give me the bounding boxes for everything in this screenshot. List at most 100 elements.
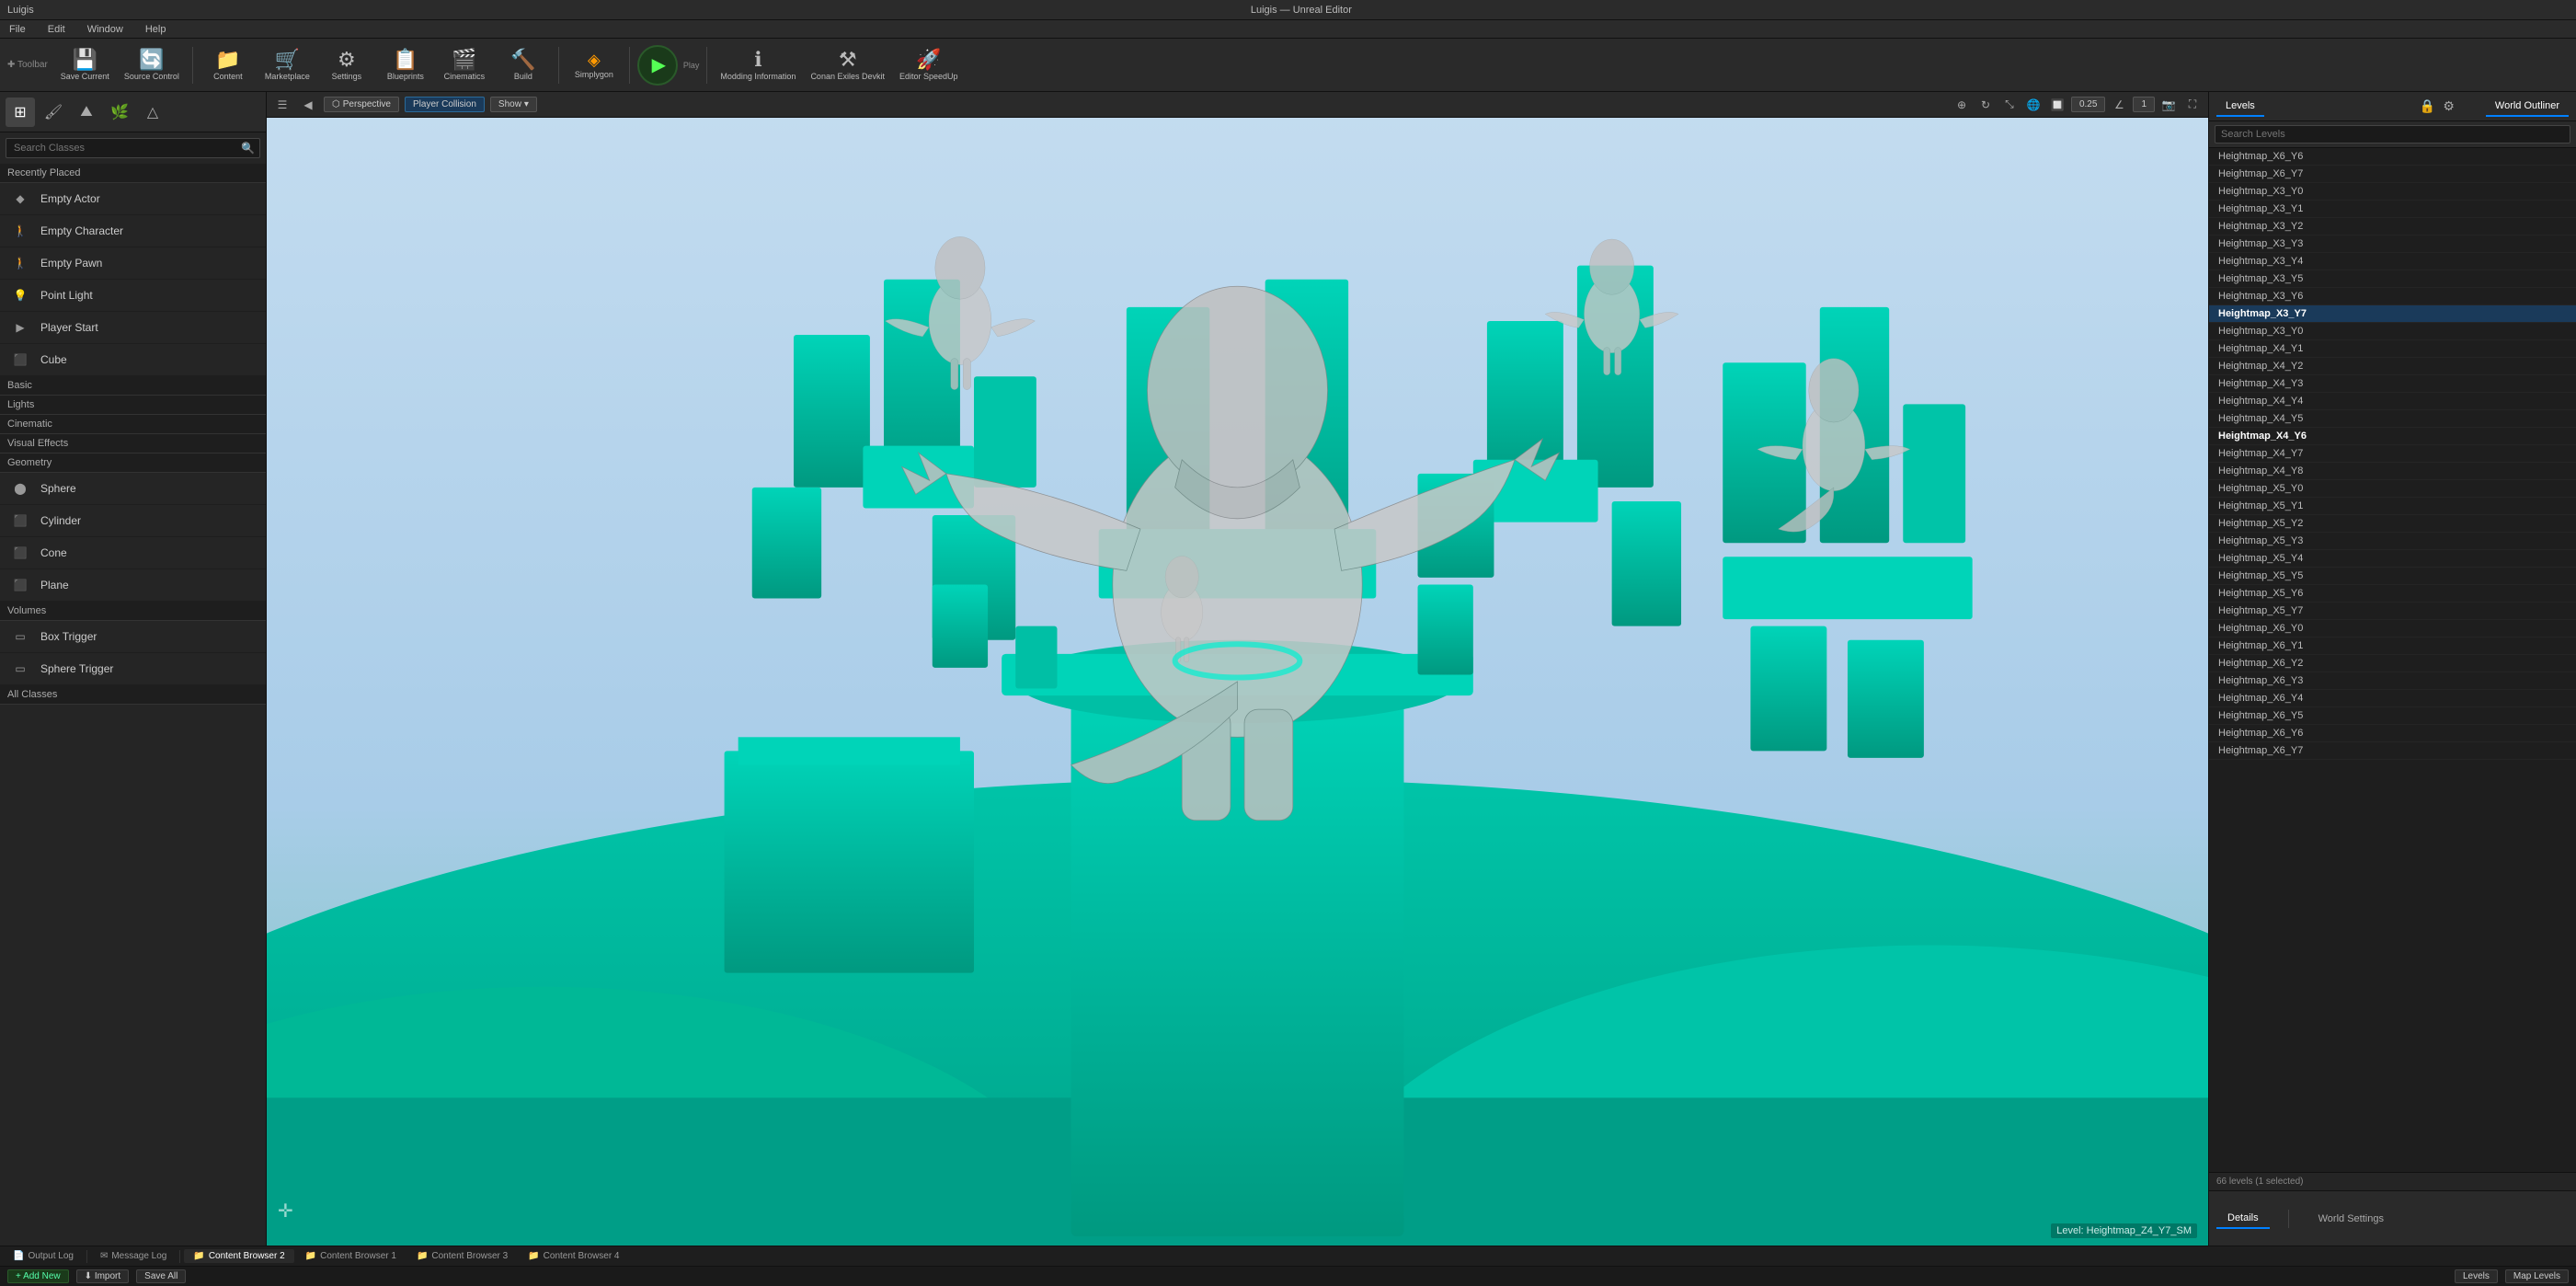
- viewport-prev-icon[interactable]: ◀: [298, 95, 318, 115]
- item-cylinder[interactable]: Cylinder: [0, 505, 266, 537]
- content-button[interactable]: 📁 Content: [200, 42, 256, 88]
- foliage-mode-button[interactable]: 🌿: [105, 98, 134, 127]
- level-item-hm-x5-y5[interactable]: Heightmap_X5_Y5: [2209, 568, 2576, 585]
- category-volumes[interactable]: Volumes: [0, 602, 266, 621]
- levels-lock-icon[interactable]: 🔒: [2418, 97, 2437, 116]
- item-box-trigger[interactable]: Box Trigger: [0, 621, 266, 653]
- viewport[interactable]: ✛ Level: Heightmap_Z4_Y7_SM: [267, 118, 2208, 1246]
- play-button[interactable]: ▶: [637, 45, 678, 86]
- item-empty-pawn[interactable]: Empty Pawn: [0, 247, 266, 280]
- source-control-button[interactable]: 🔄 Source Control: [119, 42, 185, 88]
- level-item-hm-x4-y6[interactable]: Heightmap_X4_Y6: [2209, 428, 2576, 445]
- level-item-hm-x3-y2[interactable]: Heightmap_X3_Y2: [2209, 218, 2576, 235]
- levels-tab[interactable]: Levels: [2216, 97, 2264, 117]
- level-item-hm-x3-y1[interactable]: Heightmap_X3_Y1: [2209, 201, 2576, 218]
- simplygon-button[interactable]: ◈ Simplygon: [567, 42, 622, 88]
- item-cube[interactable]: Cube: [0, 344, 266, 376]
- level-item-hm-x3-y5[interactable]: Heightmap_X3_Y5: [2209, 270, 2576, 288]
- viewport-menu-icon[interactable]: ☰: [272, 95, 292, 115]
- item-point-light[interactable]: Point Light: [0, 280, 266, 312]
- fov-button[interactable]: 1: [2133, 97, 2155, 112]
- cinematics-button[interactable]: 🎬 Cinematics: [437, 42, 492, 88]
- level-item-hm-x3-y4[interactable]: Heightmap_X3_Y4: [2209, 253, 2576, 270]
- menu-help[interactable]: Help: [142, 22, 170, 37]
- levels-search-input[interactable]: [2215, 125, 2570, 144]
- level-item-hm-x6-y6[interactable]: Heightmap_X6_Y6: [2209, 148, 2576, 166]
- maximize-icon[interactable]: ⛶: [2182, 95, 2203, 115]
- level-item-hm-x4-y3[interactable]: Heightmap_X4_Y3: [2209, 375, 2576, 393]
- level-item-hm-x6-y1[interactable]: Heightmap_X6_Y1: [2209, 637, 2576, 655]
- item-player-start[interactable]: Player Start: [0, 312, 266, 344]
- item-empty-character[interactable]: Empty Character: [0, 215, 266, 247]
- world-settings-tab[interactable]: World Settings: [2307, 1210, 2395, 1228]
- category-all-classes[interactable]: All Classes: [0, 685, 266, 705]
- category-cinematic[interactable]: Cinematic: [0, 415, 266, 434]
- level-item-hm-x3-y0[interactable]: Heightmap_X3_Y0: [2209, 183, 2576, 201]
- item-sphere[interactable]: Sphere: [0, 473, 266, 505]
- level-item-hm-x3-y3[interactable]: Heightmap_X3_Y3: [2209, 235, 2576, 253]
- levels-status-button[interactable]: Levels: [2455, 1269, 2498, 1283]
- level-item-hm-x6-y4[interactable]: Heightmap_X6_Y4: [2209, 690, 2576, 707]
- import-button[interactable]: ⬇ Import: [76, 1269, 130, 1283]
- level-item-hm-x6-y3[interactable]: Heightmap_X6_Y3: [2209, 672, 2576, 690]
- rotate-icon[interactable]: ↻: [1975, 95, 1996, 115]
- save-current-button[interactable]: 💾 Save Current: [55, 42, 115, 88]
- output-log-tab[interactable]: 📄 Output Log: [4, 1249, 83, 1263]
- content-browser-1-tab[interactable]: 📁 Content Browser 1: [296, 1249, 406, 1263]
- modding-info-button[interactable]: ℹ Modding Information: [715, 42, 801, 88]
- message-log-tab[interactable]: ✉ Message Log: [91, 1249, 176, 1263]
- level-item-hm-x6-y5[interactable]: Heightmap_X6_Y5: [2209, 707, 2576, 725]
- level-item-hm-x5-y4[interactable]: Heightmap_X5_Y4: [2209, 550, 2576, 568]
- level-item-hm-x3-y7[interactable]: Heightmap_X3_Y7: [2209, 305, 2576, 323]
- category-basic[interactable]: Basic: [0, 376, 266, 396]
- item-plane[interactable]: Plane: [0, 569, 266, 602]
- category-visual-effects[interactable]: Visual Effects: [0, 434, 266, 454]
- settings-button[interactable]: ⚙ Settings: [319, 42, 374, 88]
- level-item-hm-x4-y8[interactable]: Heightmap_X4_Y8: [2209, 463, 2576, 480]
- category-recently-placed[interactable]: Recently Placed: [0, 164, 266, 183]
- map-levels-button[interactable]: Map Levels: [2505, 1269, 2569, 1283]
- level-item-hm-x4-y1[interactable]: Heightmap_X4_Y1: [2209, 340, 2576, 358]
- level-item-hm-x6-y2[interactable]: Heightmap_X6_Y2: [2209, 655, 2576, 672]
- content-browser-4-tab[interactable]: 📁 Content Browser 4: [519, 1249, 628, 1263]
- level-item-hm-x4-y7[interactable]: Heightmap_X4_Y7: [2209, 445, 2576, 463]
- content-browser-3-tab[interactable]: 📁 Content Browser 3: [407, 1249, 517, 1263]
- snap-icon[interactable]: 🔲: [2047, 95, 2067, 115]
- menu-edit[interactable]: Edit: [44, 22, 69, 37]
- level-item-hm-x3-y6[interactable]: Heightmap_X3_Y6: [2209, 288, 2576, 305]
- placement-mode-button[interactable]: ⊞: [6, 98, 35, 127]
- level-item-hm-x6-y7[interactable]: Heightmap_X6_Y7: [2209, 166, 2576, 183]
- item-empty-actor[interactable]: Empty Actor: [0, 183, 266, 215]
- scale-icon[interactable]: ⤡: [1999, 95, 2020, 115]
- level-item-hm-x5-y1[interactable]: Heightmap_X5_Y1: [2209, 498, 2576, 515]
- category-lights[interactable]: Lights: [0, 396, 266, 415]
- geometry-mode-button[interactable]: △: [138, 98, 167, 127]
- level-item-hm-x4-y5[interactable]: Heightmap_X4_Y5: [2209, 410, 2576, 428]
- levels-list[interactable]: Heightmap_X6_Y6Heightmap_X6_Y7Heightmap_…: [2209, 148, 2576, 1172]
- menu-file[interactable]: File: [6, 22, 29, 37]
- level-item-hm-x6-y7b[interactable]: Heightmap_X6_Y7: [2209, 742, 2576, 760]
- show-button[interactable]: Show ▾: [490, 97, 537, 112]
- translate-icon[interactable]: ⊕: [1952, 95, 1972, 115]
- search-classes-input[interactable]: [6, 138, 260, 158]
- grid-size-button[interactable]: 0.25: [2071, 97, 2105, 112]
- level-item-hm-x6-y6b[interactable]: Heightmap_X6_Y6: [2209, 725, 2576, 742]
- conan-devkit-button[interactable]: ⚒ Conan Exiles Devkit: [805, 42, 890, 88]
- level-item-hm-x5-y7[interactable]: Heightmap_X5_Y7: [2209, 603, 2576, 620]
- add-new-button[interactable]: + Add New: [7, 1269, 69, 1283]
- item-sphere-trigger[interactable]: Sphere Trigger: [0, 653, 266, 685]
- level-item-hm-x6-y0[interactable]: Heightmap_X6_Y0: [2209, 620, 2576, 637]
- menu-window[interactable]: Window: [84, 22, 127, 37]
- level-item-hm-x4-y2[interactable]: Heightmap_X4_Y2: [2209, 358, 2576, 375]
- level-item-hm-x5-y0[interactable]: Heightmap_X5_Y0: [2209, 480, 2576, 498]
- level-item-hm-x3-y0b[interactable]: Heightmap_X3_Y0: [2209, 323, 2576, 340]
- level-item-hm-x4-y4[interactable]: Heightmap_X4_Y4: [2209, 393, 2576, 410]
- editor-speedup-button[interactable]: 🚀 Editor SpeedUp: [894, 42, 964, 88]
- blueprints-button[interactable]: 📋 Blueprints: [378, 42, 433, 88]
- world-outliner-tab[interactable]: World Outliner: [2486, 97, 2569, 117]
- perspective-button[interactable]: ⬡ Perspective: [324, 97, 399, 112]
- level-item-hm-x5-y3[interactable]: Heightmap_X5_Y3: [2209, 533, 2576, 550]
- item-cone[interactable]: Cone: [0, 537, 266, 569]
- build-button[interactable]: 🔨 Build: [496, 42, 551, 88]
- save-all-button[interactable]: Save All: [136, 1269, 186, 1283]
